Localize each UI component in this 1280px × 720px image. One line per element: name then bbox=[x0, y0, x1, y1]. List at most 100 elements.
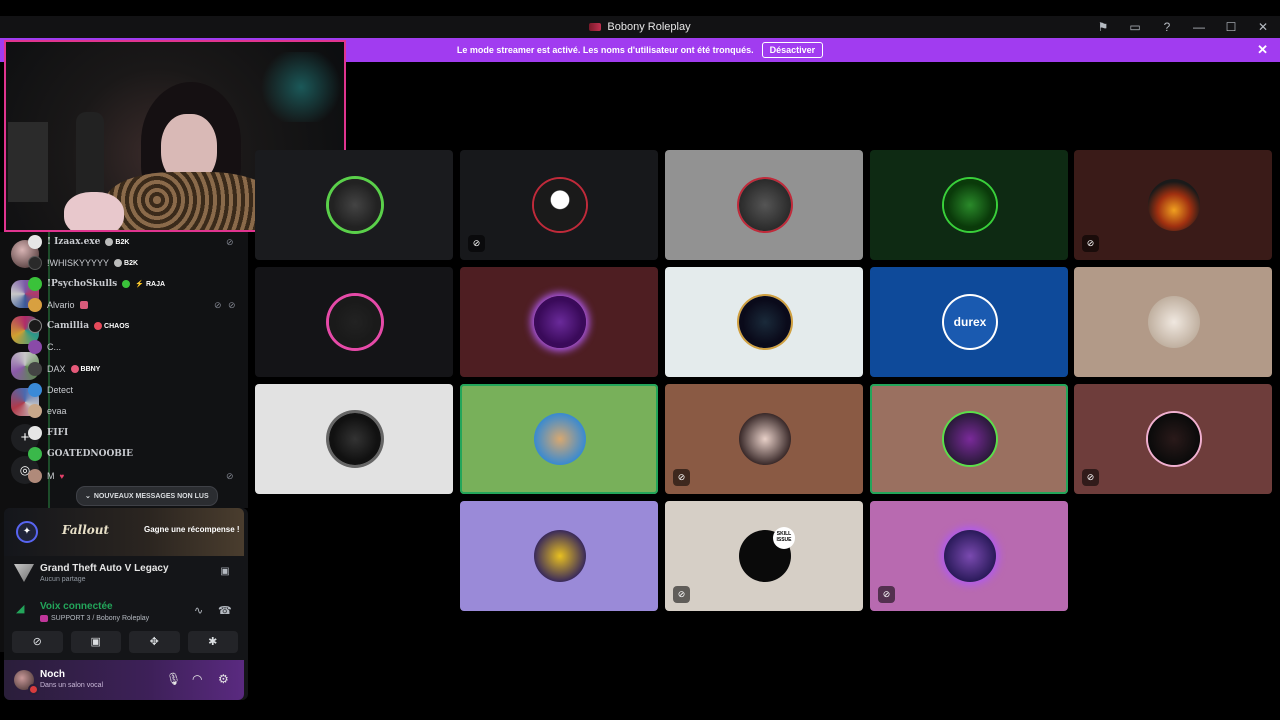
voice-tile[interactable] bbox=[255, 150, 453, 260]
voice-tile[interactable] bbox=[460, 384, 658, 494]
avatar bbox=[739, 413, 791, 465]
voice-tile[interactable] bbox=[1074, 267, 1272, 377]
app-logo-icon bbox=[589, 23, 602, 31]
guild-tag bbox=[122, 280, 131, 288]
voice-status[interactable]: Voix connectée bbox=[40, 601, 113, 612]
voice-tile[interactable]: ⊘ bbox=[460, 150, 658, 260]
avatar bbox=[944, 530, 996, 582]
list-item[interactable]: ! Izaax.exe B2K bbox=[28, 233, 129, 251]
banner-message: Le mode streamer est activé. Les noms d'… bbox=[456, 45, 754, 55]
avatar bbox=[28, 235, 42, 249]
promo-logo: Fallout bbox=[62, 523, 110, 537]
voice-tile[interactable] bbox=[255, 384, 453, 494]
avatar bbox=[329, 413, 381, 465]
guild-tag-label: B2K bbox=[115, 238, 130, 246]
list-item[interactable]: GOATEDNOOBIE bbox=[28, 445, 133, 463]
promo-banner[interactable]: ✦ Fallout Gagne une récompense ! bbox=[4, 508, 244, 556]
share-screen-icon[interactable]: ▣ bbox=[218, 566, 232, 580]
account-bar: Noch Dans un salon vocal 🎙 ◠ ⚙ bbox=[4, 660, 244, 700]
guild-tag-icon bbox=[114, 259, 123, 267]
member-name: C... bbox=[47, 342, 62, 352]
voice-tile[interactable] bbox=[870, 384, 1068, 494]
activities-icon[interactable]: ✥ bbox=[129, 631, 180, 653]
avatar bbox=[739, 296, 791, 348]
list-item[interactable]: DAX BBNY bbox=[28, 360, 100, 378]
guild-tag-icon bbox=[105, 238, 114, 246]
avatar bbox=[1148, 296, 1200, 348]
soundboard-icon[interactable]: ✱ bbox=[187, 631, 238, 653]
headphones-icon[interactable]: ◠ bbox=[192, 672, 202, 686]
voice-tile[interactable] bbox=[870, 150, 1068, 260]
list-item[interactable]: Detect bbox=[28, 381, 73, 399]
activity-panel: Grand Theft Auto V Legacy Aucun partage … bbox=[4, 556, 244, 594]
voice-tile[interactable] bbox=[665, 267, 863, 377]
window-titlebar: Bobony Roleplay ⚑ ▭ ? — ☐ ✕ bbox=[0, 16, 1280, 38]
minimize-icon[interactable]: — bbox=[1192, 20, 1206, 34]
camera-off-icon: ⊘ bbox=[1082, 235, 1099, 252]
voice-channel-info[interactable]: SUPPORT 3 / Bobony Roleplay bbox=[40, 615, 149, 622]
guild-tag: B2K bbox=[114, 259, 138, 267]
avatar bbox=[534, 413, 586, 465]
list-item[interactable]: C... bbox=[28, 338, 61, 356]
camera-off-icon[interactable]: ⊘ bbox=[12, 631, 63, 653]
list-item[interactable]: FIFI bbox=[28, 424, 68, 442]
voice-tile[interactable]: durex bbox=[870, 267, 1068, 377]
voice-tile[interactable] bbox=[255, 267, 453, 377]
guild-tag-icon bbox=[94, 322, 103, 330]
screen-share-icon[interactable]: ▣ bbox=[70, 631, 121, 653]
chevron-down-icon: ⌄ bbox=[85, 493, 91, 500]
camera-off-icon: ⊘ bbox=[1082, 469, 1099, 486]
new-unread-messages-pill[interactable]: ⌄ NOUVEAUX MESSAGES NON LUS bbox=[76, 486, 218, 506]
flag-icon[interactable]: ⚑ bbox=[1096, 20, 1110, 34]
disable-streamer-mode-button[interactable]: Désactiver bbox=[761, 42, 824, 58]
voice-tile[interactable]: ⊘ bbox=[1074, 384, 1272, 494]
voice-tile[interactable] bbox=[460, 267, 658, 377]
guild-tag: BBNY bbox=[70, 365, 101, 373]
status-dnd-icon bbox=[28, 684, 39, 695]
voice-tile[interactable]: ⊘ bbox=[870, 501, 1068, 611]
heart-icon: ♥ bbox=[59, 471, 65, 481]
avatar bbox=[28, 404, 42, 418]
member-name: evaa bbox=[47, 406, 67, 416]
member-name: !PsychoSkulls bbox=[47, 279, 118, 289]
avatar bbox=[1148, 179, 1200, 231]
disconnect-icon[interactable]: ☎ bbox=[218, 604, 232, 617]
guild-tag: ⚡ RAJA bbox=[135, 280, 165, 289]
avatar bbox=[28, 298, 42, 312]
microphone-icon[interactable]: 🎙 bbox=[166, 672, 181, 686]
user-name[interactable]: Noch bbox=[40, 669, 65, 680]
list-item[interactable]: !WHISKYYYYY B2K bbox=[28, 254, 138, 272]
list-item[interactable]: !PsychoSkulls ⚡ RAJA bbox=[28, 275, 165, 293]
noise-suppression-icon[interactable]: ∿ bbox=[194, 604, 203, 617]
close-icon[interactable]: ✕ bbox=[1256, 20, 1270, 34]
guild-tag-label: BBNY bbox=[80, 365, 101, 373]
banner-close-icon[interactable]: ✕ bbox=[1257, 42, 1268, 58]
avatar bbox=[28, 383, 42, 397]
guild-tag-icon bbox=[70, 365, 79, 373]
list-item[interactable]: Camillia CHAOS bbox=[28, 317, 129, 335]
voice-tile[interactable] bbox=[460, 501, 658, 611]
lightning-icon: ⚡ bbox=[135, 281, 144, 288]
promo-cta[interactable]: Gagne une récompense ! bbox=[144, 525, 240, 534]
voice-tile[interactable]: ⊘ bbox=[1074, 150, 1272, 260]
voice-tile[interactable]: ⊘ bbox=[665, 384, 863, 494]
help-icon[interactable]: ? bbox=[1160, 20, 1174, 34]
member-name: ! Izaax.exe bbox=[47, 237, 101, 247]
voice-tile[interactable] bbox=[665, 150, 863, 260]
voice-tile[interactable]: SKILL ISSUE ⊘ bbox=[665, 501, 863, 611]
voice-channel-name: SUPPORT 3 / Bobony Roleplay bbox=[51, 615, 150, 622]
list-item[interactable]: M ♥ bbox=[28, 467, 64, 485]
list-item[interactable]: Alvario bbox=[28, 296, 88, 314]
list-item[interactable]: evaa bbox=[28, 402, 67, 420]
settings-gear-icon[interactable]: ⚙ bbox=[218, 672, 229, 686]
guild-tag-icon bbox=[122, 280, 131, 288]
camera-off-icon: ⊘ bbox=[878, 586, 895, 603]
user-status: Dans un salon vocal bbox=[40, 682, 104, 689]
unread-label: NOUVEAUX MESSAGES NON LUS bbox=[93, 492, 209, 500]
signal-icon: ◢ bbox=[16, 603, 25, 615]
maximize-icon[interactable]: ☐ bbox=[1224, 20, 1238, 34]
avatar bbox=[329, 179, 381, 231]
game-icon bbox=[14, 564, 34, 582]
inbox-icon[interactable]: ▭ bbox=[1128, 20, 1142, 34]
avatar bbox=[534, 296, 586, 348]
